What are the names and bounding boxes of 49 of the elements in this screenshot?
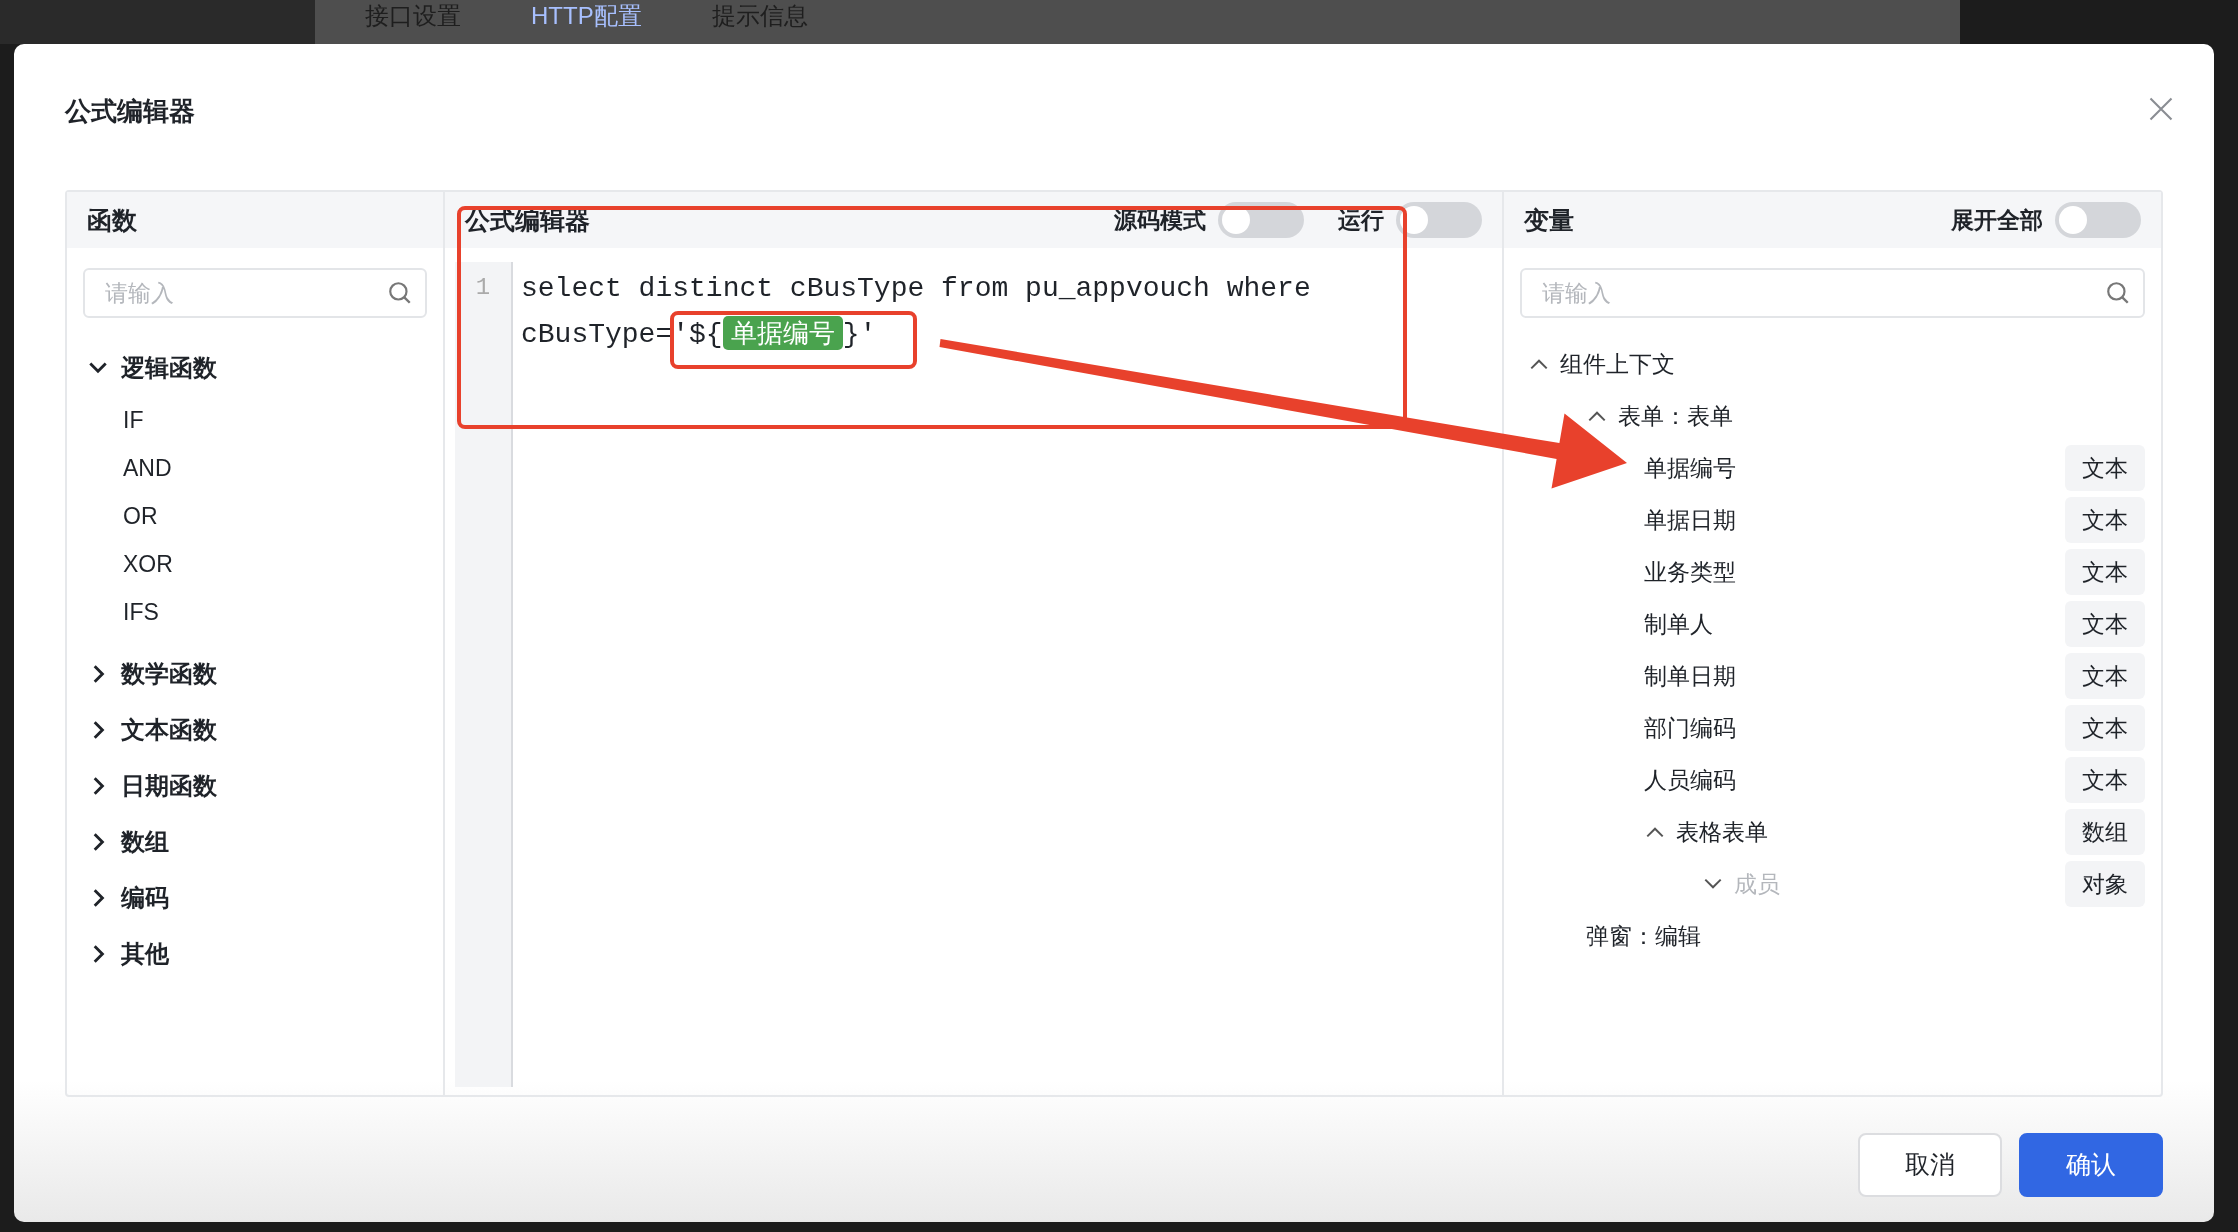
search-field[interactable]: 请输入 bbox=[1520, 268, 2145, 318]
panel-title: 函数 bbox=[87, 204, 137, 236]
function-group[interactable]: 编码 bbox=[87, 870, 443, 926]
function-item[interactable]: IFS bbox=[87, 588, 443, 636]
function-group[interactable]: 其他 bbox=[87, 926, 443, 982]
type-tag: 文本 bbox=[2065, 653, 2145, 699]
function-group[interactable]: 数学函数 bbox=[87, 646, 443, 702]
toggle-switch[interactable] bbox=[2055, 202, 2141, 238]
panel-title: 变量 bbox=[1524, 204, 1574, 236]
toggle-switch[interactable] bbox=[1396, 202, 1482, 238]
function-group[interactable]: 文本函数 bbox=[87, 702, 443, 758]
function-item[interactable]: XOR bbox=[87, 540, 443, 588]
type-tag: 文本 bbox=[2065, 497, 2145, 543]
variable-item[interactable]: 单据编号 bbox=[1644, 452, 1736, 484]
confirm-button[interactable]: 确认 bbox=[2019, 1132, 2163, 1197]
dialog-title: 公式编辑器 bbox=[65, 94, 195, 128]
variable-item[interactable]: 表单：表单 bbox=[1618, 400, 1733, 432]
variable-item[interactable]: 组件上下文 bbox=[1560, 348, 1675, 380]
variable-item[interactable]: 人员编码 bbox=[1644, 764, 1736, 796]
toggle-label: 展开全部 bbox=[1951, 205, 2043, 235]
type-tag: 数组 bbox=[2065, 809, 2145, 855]
search-icon bbox=[387, 280, 413, 306]
search-icon bbox=[2105, 280, 2131, 306]
variable-item[interactable]: 制单日期 bbox=[1644, 660, 1736, 692]
function-item[interactable]: OR bbox=[87, 492, 443, 540]
type-tag: 文本 bbox=[2065, 757, 2145, 803]
cancel-button[interactable]: 取消 bbox=[1858, 1132, 2002, 1197]
type-tag: 文本 bbox=[2065, 445, 2145, 491]
line-number: 1 bbox=[475, 274, 491, 301]
variable-item[interactable]: 单据日期 bbox=[1644, 504, 1736, 536]
function-item[interactable]: IF bbox=[87, 396, 443, 444]
function-group[interactable]: 日期函数 bbox=[87, 758, 443, 814]
toggle-label: 源码模式 bbox=[1114, 205, 1206, 235]
variable-item[interactable]: 部门编码 bbox=[1644, 712, 1736, 744]
tab[interactable]: HTTP配置 bbox=[531, 0, 642, 32]
type-tag: 文本 bbox=[2065, 705, 2145, 751]
type-tag: 文本 bbox=[2065, 549, 2145, 595]
function-item[interactable]: AND bbox=[87, 444, 443, 492]
search-field[interactable]: 请输入 bbox=[83, 268, 427, 318]
function-group[interactable]: 逻辑函数 bbox=[87, 340, 443, 396]
type-tag: 对象 bbox=[2065, 861, 2145, 907]
close-icon[interactable] bbox=[2147, 95, 2175, 123]
variable-item[interactable]: 表格表单 bbox=[1676, 816, 1768, 848]
variable-item[interactable]: 弹窗：编辑 bbox=[1586, 920, 1701, 952]
toggle-label: 运行 bbox=[1338, 205, 1384, 235]
variable-item[interactable]: 制单人 bbox=[1644, 608, 1713, 640]
function-group[interactable]: 数组 bbox=[87, 814, 443, 870]
variable-item[interactable]: 业务类型 bbox=[1644, 556, 1736, 588]
type-tag: 文本 bbox=[2065, 601, 2145, 647]
